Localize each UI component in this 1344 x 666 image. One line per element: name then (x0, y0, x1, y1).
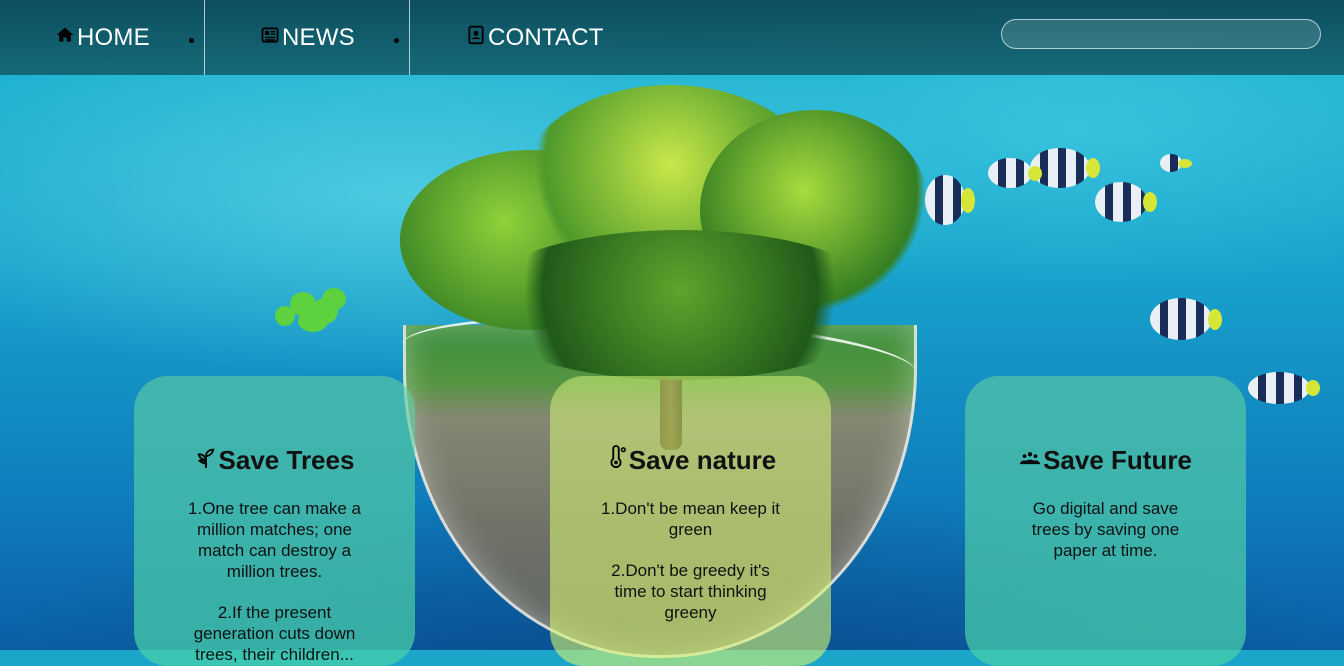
card-paragraph: 2.Don't be greedy it's time to start thi… (611, 561, 770, 622)
fish (1150, 298, 1222, 340)
people-group-icon (1019, 445, 1043, 476)
card-title: Save Trees (218, 445, 355, 475)
card-paragraph: 1.Don't be mean keep it green (600, 499, 781, 539)
card-title-row: Save nature (550, 445, 831, 476)
nav-bullet (189, 38, 194, 43)
thermometer-icon (605, 445, 629, 476)
card-title-row: Save Future (965, 445, 1246, 476)
card-paragraph: 2.If the present generation cuts down tr… (193, 603, 356, 664)
nav-contact[interactable]: CONTACT (466, 0, 604, 75)
nav-news[interactable]: NEWS (260, 0, 355, 75)
seedling-icon (195, 445, 219, 476)
nav-home[interactable]: HOME (55, 0, 150, 75)
card-title: Save Future (1043, 445, 1192, 475)
fish (1160, 154, 1192, 172)
contact-card-icon (466, 24, 488, 52)
card-save-trees: Save Trees 1.One tree can make a million… (134, 376, 415, 666)
card-paragraph: 1.One tree can make a million matches; o… (188, 499, 361, 581)
nav-news-label: NEWS (282, 23, 355, 51)
fish (1248, 372, 1320, 404)
card-save-nature: Save nature 1.Don't be mean keep it gree… (550, 376, 831, 666)
newspaper-icon (260, 24, 282, 52)
nav-contact-label: CONTACT (488, 23, 604, 51)
card-paragraph: Go digital and save trees by saving one … (1031, 499, 1180, 560)
top-navbar: HOME NEWS CONTACT (0, 0, 1344, 75)
card-save-future: Save Future Go digital and save trees by… (965, 376, 1246, 666)
nav-divider (204, 0, 205, 75)
nav-divider (409, 0, 410, 75)
card-title: Save nature (628, 445, 777, 475)
fish (988, 158, 1042, 188)
card-title-row: Save Trees (134, 445, 415, 476)
home-icon (55, 24, 77, 52)
nav-home-label: HOME (77, 23, 150, 51)
fish (1095, 182, 1157, 222)
search-input[interactable] (1001, 19, 1321, 49)
nav-bullet (394, 38, 399, 43)
fish (925, 175, 975, 225)
